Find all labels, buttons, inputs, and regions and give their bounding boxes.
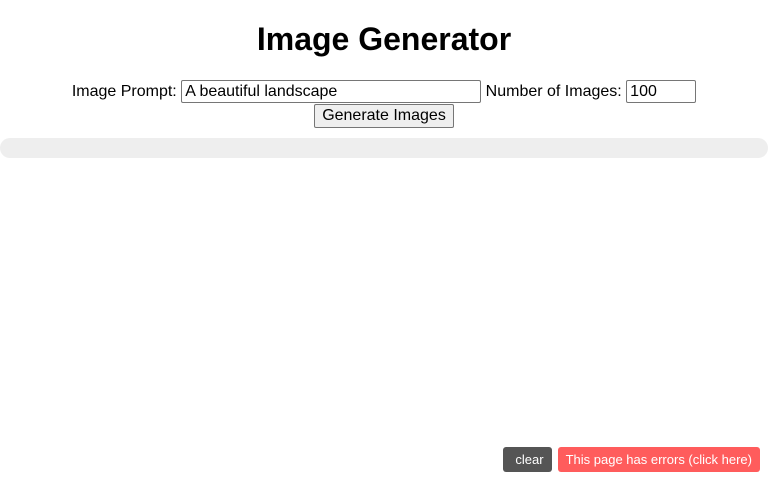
page-title: Image Generator: [256, 21, 512, 57]
prompt-label: Image Prompt:: [71, 83, 177, 100]
prompt-form: Image Prompt: Number of Images:: [0, 80, 768, 103]
button-row: Generate Images: [0, 104, 768, 128]
page: Image Generator Image Prompt: Number of …: [0, 0, 768, 480]
console-bar: clear This page has errors (click here): [503, 447, 760, 472]
generate-images-button[interactable]: Generate Images: [314, 104, 454, 128]
count-label: Number of Images:: [485, 83, 622, 100]
prompt-input[interactable]: [181, 80, 482, 103]
clear-label: clear: [515, 452, 544, 467]
progress-bar: [0, 138, 768, 158]
clear-button[interactable]: clear: [503, 447, 552, 472]
count-input[interactable]: [626, 80, 697, 103]
page-errors-button[interactable]: This page has errors (click here): [557, 447, 760, 472]
